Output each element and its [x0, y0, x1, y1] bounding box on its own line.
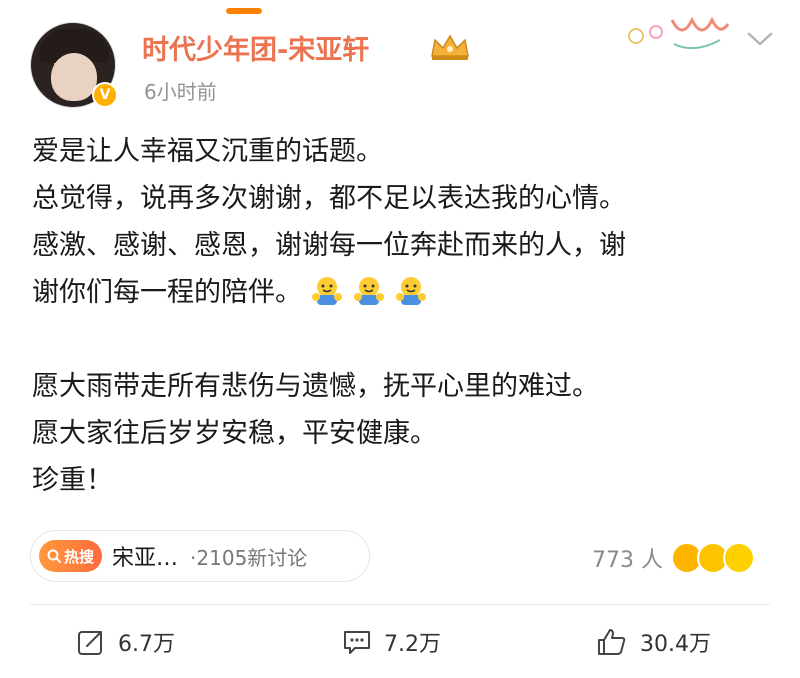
repost-icon — [78, 631, 102, 655]
like-icon — [598, 629, 626, 655]
post-line: 愿大雨带走所有悲伤与遗憾，抚平心里的难过。 — [32, 371, 599, 402]
hot-search-tag: 热搜 — [39, 540, 103, 572]
repost-button[interactable]: 6.7万 — [76, 626, 175, 658]
post-line: 珍重！ — [32, 465, 113, 496]
sticker-icon — [628, 16, 730, 50]
reaction-count: 773 人 — [592, 548, 663, 573]
verified-badge: V — [92, 82, 118, 108]
post-line-with-emoji: 谢你们每一程的陪伴。 — [32, 269, 772, 316]
crown-icon — [431, 34, 469, 60]
post-line: 愿大家往后岁岁安稳，平安健康。 — [32, 418, 437, 449]
like-button[interactable]: 30.4万 — [596, 626, 711, 658]
chevron-down-icon[interactable] — [746, 28, 774, 50]
reactions-summary[interactable]: 773 人 — [592, 538, 755, 578]
hot-search-topic[interactable]: 热搜 宋亚… ·2105新讨论 — [30, 530, 370, 582]
comment-icon — [344, 631, 370, 654]
divider — [30, 604, 770, 605]
hug-emoji-icon — [396, 277, 426, 305]
reaction-faces — [671, 542, 755, 574]
topic-discussion-count: ·2105新讨论 — [190, 545, 308, 570]
hug-emoji-icon — [312, 277, 342, 305]
hug-emoji-icon — [354, 277, 384, 305]
post-line: 爱是让人幸福又沉重的话题。 — [32, 136, 383, 167]
post-time: 6小时前 — [144, 80, 217, 104]
topic-name: 宋亚… — [112, 546, 179, 571]
comment-count: 7.2万 — [384, 632, 441, 657]
laugh-emoji-icon — [723, 542, 755, 574]
tab-indicator — [226, 8, 262, 14]
post-header: V 时代少年团-宋亚轩 6小时前 — [30, 16, 780, 112]
like-count: 30.4万 — [640, 632, 711, 657]
repost-count: 6.7万 — [118, 632, 175, 657]
post-body: 爱是让人幸福又沉重的话题。 总觉得，说再多次谢谢，都不足以表达我的心情。 感激、… — [32, 128, 772, 504]
search-icon — [47, 549, 61, 563]
hot-search-label: 热搜 — [64, 547, 95, 566]
action-bar: 6.7万 7.2万 30.4万 — [0, 620, 800, 670]
post-line: 总觉得，说再多次谢谢，都不足以表达我的心情。 — [32, 183, 626, 214]
comment-button[interactable]: 7.2万 — [342, 626, 441, 658]
post-line: 感激、感谢、感恩，谢谢每一位奔赴而来的人，谢 — [32, 230, 626, 261]
post-line-text: 谢你们每一程的陪伴。 — [32, 277, 302, 308]
author-name[interactable]: 时代少年团-宋亚轩 — [142, 28, 369, 67]
